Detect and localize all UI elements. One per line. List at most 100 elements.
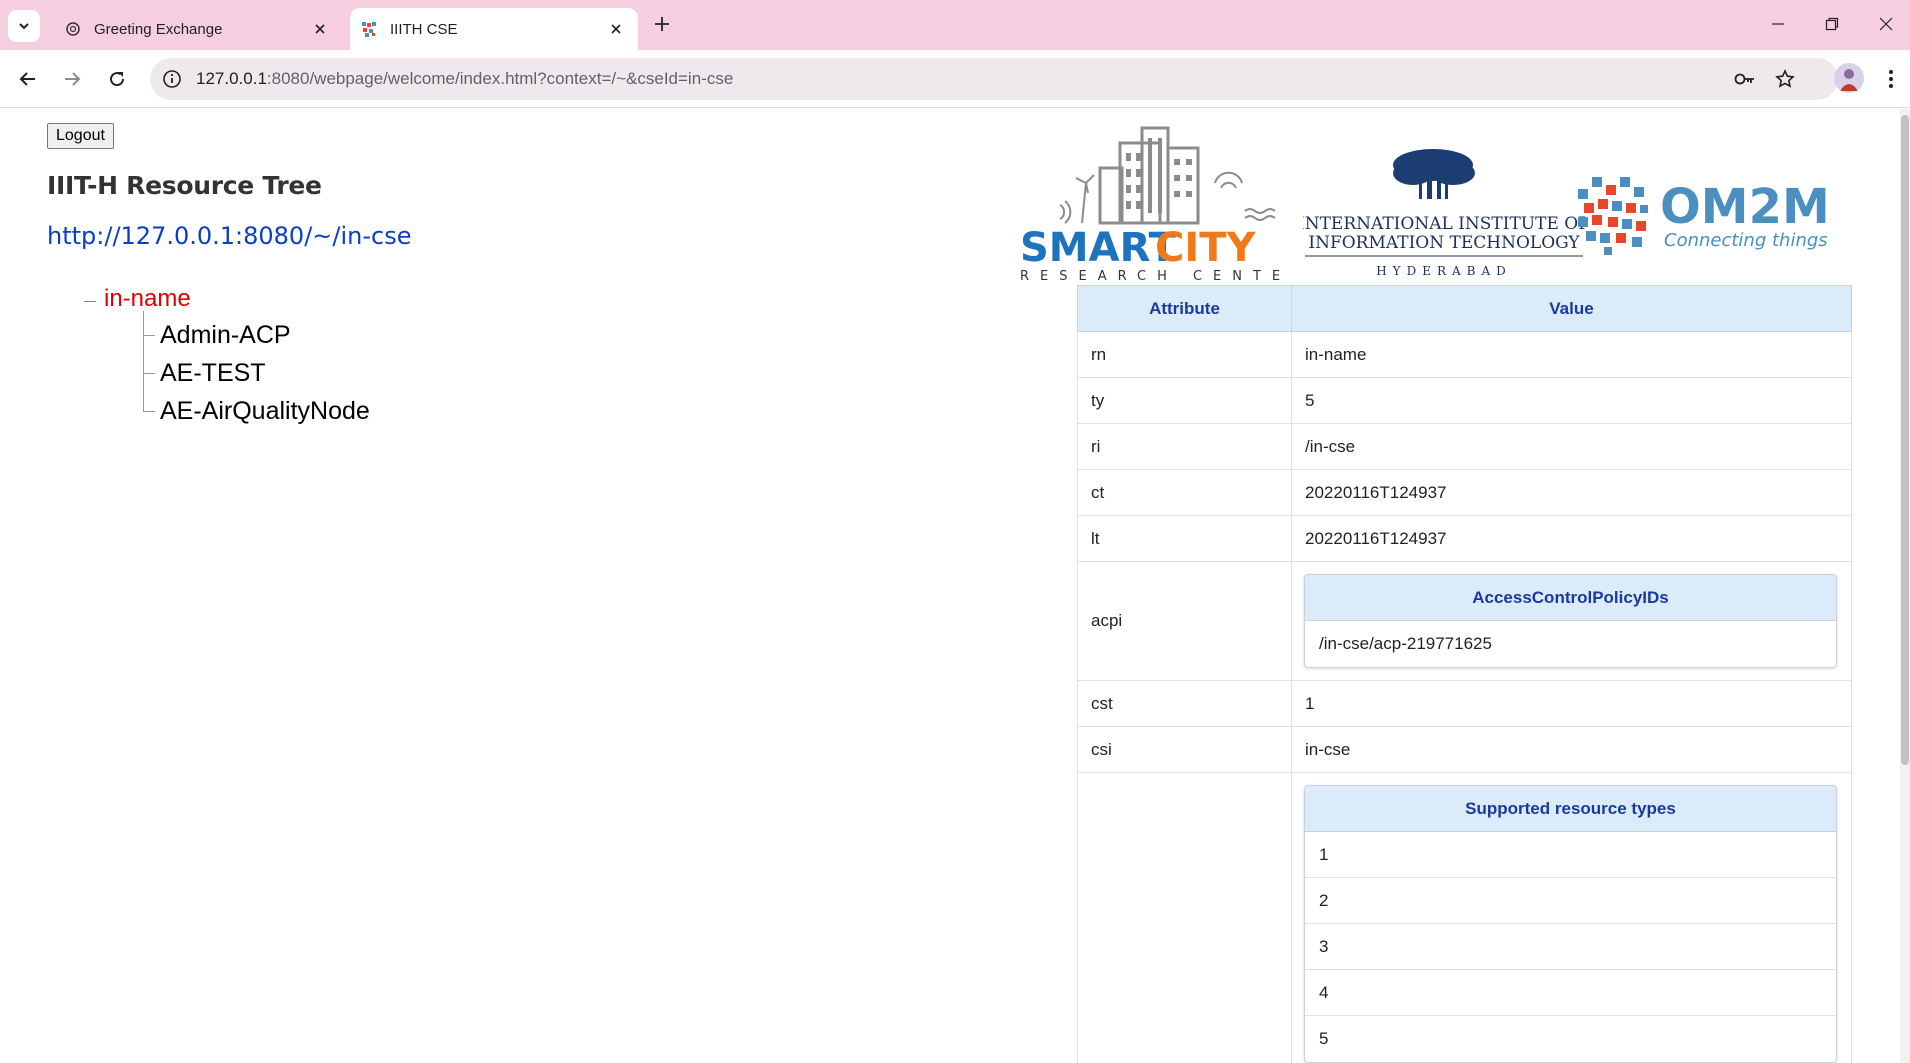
bookmark-star-icon[interactable] [1772,67,1798,91]
avatar-icon [1840,69,1858,91]
table-row: cst 1 [1077,680,1852,727]
tree-connector [143,387,144,411]
column-header-value: Value [1291,285,1852,332]
password-key-icon[interactable] [1732,67,1758,91]
minimize-icon [1772,23,1784,25]
tree-connector [143,311,144,349]
new-tab-button[interactable] [650,10,674,38]
restore-icon [1825,17,1839,31]
attribute-table: Attribute Value rn in-name ty 5 ri/in-cse … [1077,285,1852,1063]
tree-root-node[interactable]: in-name [84,285,191,317]
srt-subtable: Supported resource types 1 2 3 4 5 [1304,785,1837,1063]
tree-node-label[interactable]: Admin-ACP [160,321,291,350]
web-page: Logout IIIT-H Resource Tree http://127.0… [0,109,1910,1063]
tab-strip: Greeting Exchange IIITH CSE [0,0,1910,50]
om2m-logo-name: OM2M [1660,179,1830,235]
logo-banner: SMART CITY RESEARCH CENTER INTERNATIONAL… [1020,123,1852,283]
more-vert-icon [1889,70,1893,88]
arrow-left-icon [19,72,35,86]
table-row: ct 20220116T124937 [1077,469,1852,516]
cse-url-link[interactable]: http://127.0.0.1:8080/~/in-cse [47,222,411,250]
attribute-key: ri [1077,423,1292,470]
resource-tree: in-name Admin-ACP AE-TEST AE-AirQualityN… [84,285,370,431]
column-header-attribute: Attribute [1077,285,1292,332]
srt-item: 2 [1305,878,1836,924]
iiit-logo-line3: HYDERABAD [1376,264,1512,278]
tree-connector [143,335,155,336]
om2m-favicon-icon [360,20,378,38]
site-info-icon[interactable] [160,67,184,91]
tab-search-button[interactable] [8,10,40,42]
minimize-button[interactable] [1758,8,1798,40]
attribute-value: in-name [1291,331,1852,378]
smartcity-logo-subtitle: RESEARCH CENTER [1020,269,1290,283]
srt-subtable-header: Supported resource types [1305,786,1836,832]
acpi-item: /in-cse/acp-219771625 [1319,634,1492,653]
close-window-button[interactable] [1866,8,1906,40]
close-icon [1879,17,1893,31]
attribute-value: AccessControlPolicyIDs /in-cse/acp-21977… [1291,561,1852,681]
table-row: csi in-cse [1077,726,1852,773]
tree-connector [143,349,144,387]
profile-avatar[interactable] [1834,63,1864,93]
srt-item: 1 [1305,832,1836,878]
page-scrollbar[interactable] [1900,109,1910,1063]
attribute-value: in-cse [1291,726,1852,773]
om2m-logo-tagline: Connecting things [1664,230,1828,251]
reload-button[interactable] [101,63,133,95]
tree-node-label[interactable]: AE-TEST [160,359,266,388]
attribute-value: 20220116T124937 [1291,515,1852,562]
acpi-subtable-header: AccessControlPolicyIDs [1305,575,1836,621]
tree-connector [143,373,155,374]
tab-greeting-exchange[interactable]: Greeting Exchange [50,8,342,50]
address-bar[interactable]: 127.0.0.1:8080/webpage/welcome/index.htm… [150,58,1838,100]
attribute-key: acpi [1077,561,1292,681]
browser-toolbar: 127.0.0.1:8080/webpage/welcome/index.htm… [0,50,1910,108]
table-row: acpi AccessControlPolicyIDs /in-cse/acp-… [1077,561,1852,681]
attribute-key: cst [1077,680,1292,727]
srt-item: 4 [1305,970,1836,1016]
tree-root-label[interactable]: in-name [104,285,191,313]
back-button[interactable] [12,63,44,95]
table-row: lt 20220116T124937 [1077,515,1852,562]
table-row: rn in-name [1077,331,1852,378]
smartcity-logo: SMART CITY RESEARCH CENTER [1020,126,1290,283]
srt-item: 3 [1305,924,1836,970]
close-tab-icon[interactable] [306,15,334,43]
table-row: Supported resource types 1 2 3 4 5 [1077,772,1852,1063]
iiit-logo-line2: INFORMATION TECHNOLOGY [1308,233,1580,253]
arrow-right-icon [65,72,81,86]
iiit-hyderabad-logo: INTERNATIONAL INSTITUTE OF INFORMATION T… [1303,149,1585,278]
chevron-down-icon [19,23,29,30]
url-host: 127.0.0.1 [196,69,267,88]
acpi-subtable: AccessControlPolicyIDs /in-cse/acp-21977… [1304,574,1837,668]
table-row: ty 5 [1077,377,1852,424]
smartcity-logo-city: CITY [1155,225,1257,271]
attribute-value: 5 [1291,377,1852,424]
openai-favicon-icon [64,20,82,38]
scrollbar-thumb[interactable] [1901,115,1909,765]
tree-connector [84,301,96,302]
attribute-key: rn [1077,331,1292,378]
close-tab-icon[interactable] [602,15,630,43]
reload-icon [110,72,125,87]
forward-button[interactable] [56,63,88,95]
tree-node-label[interactable]: AE-AirQualityNode [160,397,370,426]
browser-menu-button[interactable] [1876,63,1906,95]
logout-button[interactable]: Logout [47,123,114,149]
attribute-key: csi [1077,726,1292,773]
tab-iiith-cse[interactable]: IIITH CSE [350,8,638,50]
table-row: ri/in-cse [1077,423,1852,470]
attribute-key: ct [1077,469,1292,516]
srt-item: 5 [1319,1029,1329,1048]
om2m-logo: OM2M Connecting things [1578,177,1830,255]
tree-connector [143,411,155,412]
restore-button[interactable] [1812,8,1852,40]
attribute-value: 20220116T124937 [1291,469,1852,516]
url-text: 127.0.0.1:8080/webpage/welcome/index.htm… [196,69,733,89]
page-title: IIIT-H Resource Tree [47,171,322,200]
table-header-row: Attribute Value [1077,285,1852,332]
attribute-value: Supported resource types 1 2 3 4 5 [1291,772,1852,1063]
attribute-key: lt [1077,515,1292,562]
attribute-value: 1 [1291,680,1852,727]
